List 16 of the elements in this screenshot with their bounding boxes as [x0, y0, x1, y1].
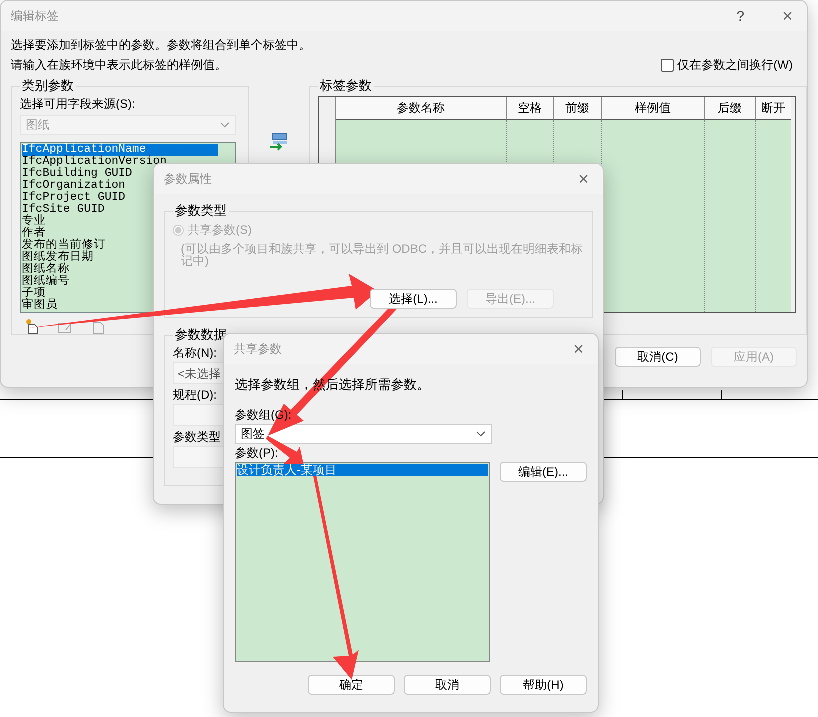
instruction-text: 选择要添加到标签中的参数。参数将组合到单个标签中。: [11, 37, 312, 54]
group-title: 类别参数: [21, 77, 75, 95]
field-label: 规程(D):: [173, 387, 217, 404]
field-label: 参数类型: [173, 429, 221, 446]
window-title: 共享参数: [234, 340, 282, 358]
radio-label: 共享参数(S): [188, 222, 252, 239]
group-title: 参数类型: [174, 202, 228, 220]
field-label: 名称(N):: [173, 345, 217, 362]
checkbox-label: 仅在参数之间换行(W): [678, 56, 793, 74]
instruction-text: 请输入在族环境中表示此标签的样例值。: [11, 57, 227, 74]
window-title: 参数属性: [164, 170, 212, 188]
note-text: (可以由多个项目和族共享，可以导出到 ODBC，并且可以出现在明细表和标记中): [180, 243, 584, 267]
source-label: 选择可用字段来源(S):: [20, 96, 136, 113]
window-title: 编辑标签: [11, 8, 59, 24]
group-title: 标签参数: [319, 77, 373, 95]
parameters-label: 参数(P):: [235, 445, 278, 462]
